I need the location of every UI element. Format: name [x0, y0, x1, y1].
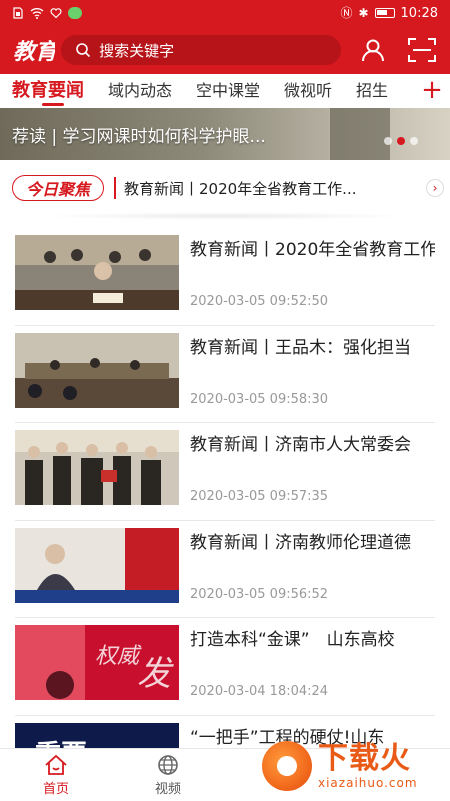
svg-text:权威: 权威	[95, 644, 142, 669]
news-item[interactable]: 教育新闻丨2020年全省教育工作 2020-03-05 09:52:50	[15, 228, 435, 326]
user-icon	[362, 39, 385, 62]
chevron-right-icon[interactable]: ›	[426, 179, 444, 197]
svg-text:教育: 教育	[13, 39, 55, 65]
wechat-icon	[68, 7, 82, 19]
carousel-indicator	[384, 137, 418, 145]
globe-icon	[158, 754, 178, 775]
news-list: 教育新闻丨2020年全省教育工作 2020-03-05 09:52:50 教育新…	[0, 228, 450, 748]
heart-icon	[50, 8, 62, 19]
status-bar: Ⓝ ✱ 10:28	[0, 0, 450, 26]
watermark-url: xiazaihuo.com	[318, 776, 418, 790]
news-title: 打造本科“金课” 山东高校	[190, 630, 395, 650]
home-icon	[45, 754, 67, 775]
divider	[114, 177, 116, 199]
tab-video-label: 视频	[154, 781, 181, 797]
news-thumbnail	[15, 235, 179, 310]
add-tab-button[interactable]: +	[414, 74, 450, 108]
category-tabs: 教育要闻 域内动态 空中课堂 微视听 招生 +	[0, 74, 450, 108]
news-item[interactable]: 教育新闻丨济南教师伦理道德 2020-03-05 09:56:52	[15, 521, 435, 618]
banner-caption: 荐读 | 学习网课时如何科学护眼...	[12, 127, 266, 147]
news-thumbnail	[15, 430, 179, 505]
carousel-dot-active	[397, 137, 405, 145]
today-focus-bar[interactable]: 今日聚焦 教育新闻丨2020年全省教育工作... ›	[0, 160, 450, 216]
tab-regional-news[interactable]: 域内动态	[96, 74, 184, 108]
news-title: 教育新闻丨济南市人大常委会	[190, 435, 411, 455]
tab-micro-video[interactable]: 微视听	[272, 74, 344, 108]
news-item[interactable]: 教育新闻丨济南市人大常委会 2020-03-05 09:57:35	[15, 423, 435, 521]
news-time: 2020-03-04 18:04:24	[190, 684, 329, 699]
news-thumbnail	[15, 527, 179, 603]
bluetooth-icon: ✱	[358, 6, 369, 20]
news-title: 教育新闻丨2020年全省教育工作	[190, 240, 435, 260]
wifi-icon	[30, 8, 44, 19]
svg-text:发: 发	[137, 654, 174, 694]
carousel-dot	[384, 137, 392, 145]
tab-home-label: 首页	[42, 781, 69, 797]
banner-carousel[interactable]: 荐读 | 学习网课时如何科学护眼...	[0, 108, 450, 160]
sim-icon	[13, 7, 23, 19]
news-thumbnail: 重要	[15, 722, 179, 749]
svg-text:重要: 重要	[35, 740, 87, 749]
scan-button[interactable]	[405, 32, 440, 68]
news-title: 教育新闻丨王品木：强化担当	[190, 337, 411, 358]
clock: 10:28	[400, 5, 438, 21]
news-time: 2020-03-05 09:57:35	[190, 489, 329, 504]
nfc-icon: Ⓝ	[340, 6, 353, 20]
news-item[interactable]: 教育新闻丨王品木：强化担当 2020-03-05 09:58:30	[15, 326, 435, 423]
search-icon	[76, 43, 91, 58]
news-title: 教育新闻丨济南教师伦理道德	[190, 532, 411, 553]
carousel-dot	[410, 137, 418, 145]
news-time: 2020-03-05 09:52:50	[190, 294, 329, 309]
today-focus-headline[interactable]: 教育新闻丨2020年全省教育工作...	[124, 178, 416, 199]
tab-education-news[interactable]: 教育要闻	[0, 74, 96, 108]
app-logo[interactable]: 教育	[10, 30, 55, 70]
search-placeholder: 搜索关键字	[99, 41, 175, 60]
tab-video[interactable]: 视频	[112, 749, 224, 801]
news-thumbnail: 权威 发	[15, 625, 179, 700]
profile-button[interactable]	[355, 32, 390, 68]
battery-icon	[374, 8, 395, 18]
today-focus-tag: 今日聚焦	[12, 175, 104, 201]
news-time: 2020-03-05 09:58:30	[190, 391, 329, 407]
tab-air-classroom[interactable]: 空中课堂	[184, 74, 272, 108]
watermark-text: 下载火	[318, 741, 411, 776]
section-shadow	[40, 212, 410, 220]
site-watermark: 下载火 xiazaihuo.com	[262, 735, 448, 797]
scan-icon	[408, 38, 437, 62]
app-header: 教育 搜索关键字	[0, 26, 450, 74]
tab-home[interactable]: 首页	[0, 749, 112, 801]
watermark-logo-icon	[262, 741, 312, 791]
search-input[interactable]: 搜索关键字	[61, 35, 342, 65]
tab-admissions[interactable]: 招生	[344, 74, 400, 108]
banner-image	[330, 108, 390, 160]
news-thumbnail	[15, 332, 179, 408]
news-time: 2020-03-05 09:56:52	[190, 586, 329, 602]
news-item[interactable]: 权威 发 打造本科“金课” 山东高校 2020-03-04 18:04:24	[15, 618, 435, 716]
